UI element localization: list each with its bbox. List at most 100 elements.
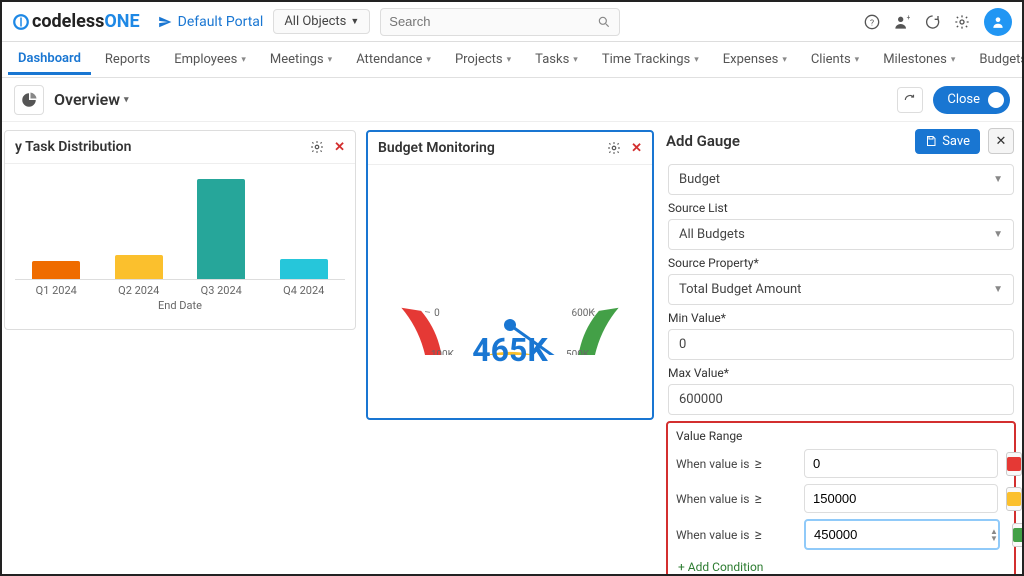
chevron-down-icon: ▾	[124, 95, 129, 105]
add-condition-button[interactable]: + Add Condition	[676, 556, 1008, 574]
close-icon[interactable]: ✕	[334, 140, 345, 155]
gear-icon[interactable]	[954, 14, 970, 30]
gauge-card: Budget Monitoring ✕ 0100K200K300K400K500…	[366, 130, 654, 420]
range-color-button[interactable]	[1012, 523, 1022, 547]
task-distribution-card: y Task Distribution ✕ Q1 2024Q2 2024Q3 2…	[4, 130, 356, 330]
min-value-input[interactable]: 0	[668, 329, 1014, 360]
gauge-title: Budget Monitoring	[378, 140, 607, 156]
person-icon	[991, 15, 1005, 29]
add-user-icon[interactable]: +	[894, 14, 910, 30]
tab-budgets[interactable]: Budgets▾	[969, 46, 1022, 73]
history-icon[interactable]	[924, 14, 940, 30]
save-label: Save	[942, 134, 970, 149]
chevron-down-icon: ▾	[951, 55, 956, 65]
gauge-value: 465K	[472, 331, 547, 369]
when-value-label: When value is ≥	[676, 456, 796, 472]
gauge-svg: 0100K200K300K400K500K600K	[380, 165, 640, 355]
brand-logo: codelessONE	[12, 11, 140, 32]
svg-text:600K: 600K	[572, 308, 596, 319]
source-list-select[interactable]: All Budgets▼	[668, 219, 1014, 250]
tab-dashboard[interactable]: Dashboard	[8, 45, 91, 75]
gear-icon[interactable]	[607, 141, 621, 155]
chevron-down-icon: ▼	[993, 174, 1003, 185]
bar-q1-2024	[32, 261, 80, 279]
search-input[interactable]	[389, 14, 597, 29]
source-property-select[interactable]: Total Budget Amount▼	[668, 274, 1014, 305]
chevron-down-icon: ▼	[350, 16, 359, 27]
portal-name: Default Portal	[178, 14, 264, 30]
tab-reports[interactable]: Reports	[95, 46, 160, 73]
range-color-button[interactable]	[1006, 487, 1022, 511]
panel-close-button[interactable]: ✕	[988, 128, 1014, 154]
overview-bar: Overview ▾ Close	[2, 78, 1022, 122]
chevron-down-icon: ▼	[993, 229, 1003, 240]
source-property-label: Source Property*	[668, 256, 1014, 270]
toggle-knob	[988, 92, 1004, 108]
tab-expenses[interactable]: Expenses▾	[713, 46, 797, 73]
range-value-input[interactable]	[804, 519, 1000, 550]
brand-text-suffix: ONE	[104, 11, 139, 32]
save-icon	[925, 135, 937, 147]
svg-text:500K: 500K	[566, 350, 590, 355]
range-row: When value is ≥▼✕	[676, 484, 1008, 513]
max-value-input[interactable]: 600000	[668, 384, 1014, 415]
tab-employees[interactable]: Employees▾	[164, 46, 256, 73]
bar-q3-2024	[197, 179, 245, 279]
chevron-down-icon: ▾	[694, 55, 699, 65]
when-value-label: When value is ≥	[676, 527, 796, 543]
search-icon	[597, 15, 611, 29]
min-value-label: Min Value*	[668, 311, 1014, 325]
close-icon[interactable]: ✕	[631, 141, 642, 156]
gear-icon[interactable]	[310, 140, 324, 154]
svg-text:+: +	[907, 14, 910, 22]
top-right-icons: ? +	[864, 8, 1012, 36]
object-selector[interactable]: All Objects ▼	[273, 9, 370, 34]
tab-time-trackings[interactable]: Time Trackings▾	[592, 46, 709, 73]
gauge-config-panel: Add Gauge Save ✕ Budget▼ Source List All…	[658, 122, 1022, 574]
dist-title: y Task Distribution	[15, 139, 310, 155]
tab-tasks[interactable]: Tasks▾	[525, 46, 588, 73]
nav-tabs: DashboardReportsEmployees▾Meetings▾Atten…	[2, 42, 1022, 78]
tab-milestones[interactable]: Milestones▾	[873, 46, 965, 73]
overview-title-text: Overview	[54, 90, 120, 109]
object-selector-label: All Objects	[284, 14, 346, 29]
refresh-icon	[903, 93, 917, 107]
close-button[interactable]: Close	[933, 86, 1010, 114]
svg-text:0: 0	[434, 308, 440, 319]
tab-attendance[interactable]: Attendance▾	[346, 46, 441, 73]
x-label: Q1 2024	[15, 280, 98, 297]
portal-link[interactable]: Default Portal	[158, 14, 264, 30]
save-button[interactable]: Save	[915, 129, 980, 154]
chevron-down-icon: ▾	[507, 55, 512, 65]
source-object-select[interactable]: Budget▼	[668, 164, 1014, 195]
svg-text:100K: 100K	[431, 350, 455, 355]
help-icon[interactable]: ?	[864, 14, 880, 30]
tab-clients[interactable]: Clients▾	[801, 46, 869, 73]
workspace: y Task Distribution ✕ Q1 2024Q2 2024Q3 2…	[2, 122, 1022, 574]
number-stepper[interactable]: ▲▼	[990, 528, 998, 542]
chevron-down-icon: ▾	[328, 55, 333, 65]
svg-text:?: ?	[870, 18, 874, 28]
pie-chart-icon	[20, 91, 38, 109]
x-axis-title: End Date	[15, 299, 345, 312]
user-avatar[interactable]	[984, 8, 1012, 36]
chevron-down-icon: ▾	[573, 55, 578, 65]
range-row: When value is ≥▲▼▼✕	[676, 519, 1008, 550]
tab-meetings[interactable]: Meetings▾	[260, 46, 342, 73]
chevron-down-icon: ▼	[993, 284, 1003, 295]
tab-projects[interactable]: Projects▾	[445, 46, 521, 73]
value-range-box: Value Range When value is ≥▼✕When value …	[666, 421, 1016, 574]
close-label: Close	[947, 92, 980, 107]
range-value-input[interactable]	[804, 449, 998, 478]
search-box[interactable]	[380, 8, 620, 36]
when-value-label: When value is ≥	[676, 491, 796, 507]
refresh-button[interactable]	[897, 87, 923, 113]
bar-q2-2024	[115, 255, 163, 279]
range-value-input[interactable]	[804, 484, 998, 513]
chevron-down-icon: ▾	[855, 55, 860, 65]
chevron-down-icon: ▾	[426, 55, 431, 65]
range-color-button[interactable]	[1006, 452, 1022, 476]
bar-q4-2024	[280, 259, 328, 279]
overview-title[interactable]: Overview ▾	[54, 90, 129, 109]
chevron-down-icon: ▾	[782, 55, 787, 65]
